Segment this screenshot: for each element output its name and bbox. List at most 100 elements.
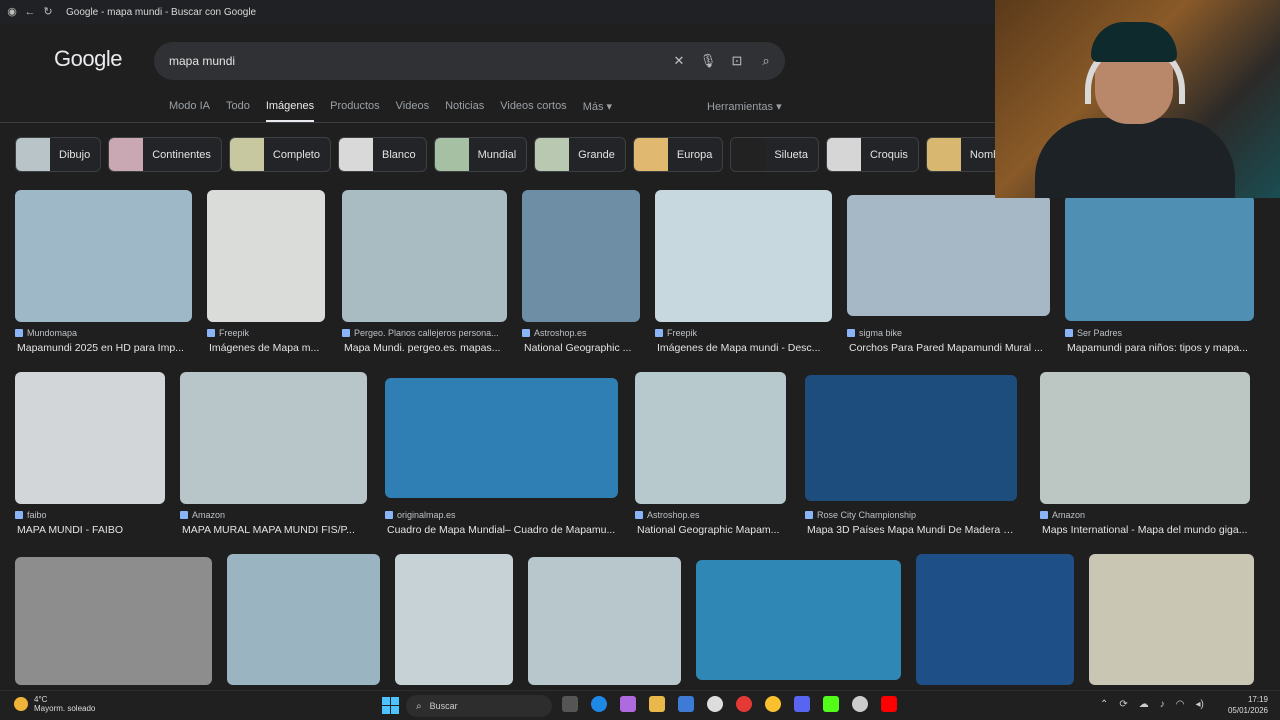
result-caption[interactable]: Mapamundi para niños: tipos y mapa... bbox=[1067, 342, 1252, 354]
result-caption[interactable]: Imágenes de Mapa m... bbox=[209, 342, 323, 354]
result-caption[interactable]: Mapa 3D Países Mapa Mundi De Madera 3... bbox=[807, 524, 1015, 536]
result-source[interactable]: Freepik bbox=[655, 328, 697, 338]
tab-noticias[interactable]: Noticias bbox=[445, 100, 484, 122]
wifi-icon[interactable]: ◠ bbox=[1176, 699, 1185, 710]
result-caption[interactable]: National Geographic ... bbox=[524, 342, 638, 354]
result-caption[interactable]: MAPA MURAL MAPA MUNDI FIS/P... bbox=[182, 524, 365, 536]
result-caption[interactable]: Imágenes de Mapa mundi - Desc... bbox=[657, 342, 830, 354]
result-source[interactable]: Mundomapa bbox=[15, 328, 77, 338]
chip-dibujo[interactable]: Dibujo bbox=[15, 137, 102, 172]
result-source[interactable]: faibo bbox=[15, 510, 47, 520]
kick-icon[interactable] bbox=[823, 696, 839, 712]
result-caption[interactable]: Cuadro de Mapa Mundial– Cuadro de Mapamu… bbox=[387, 524, 616, 536]
result-thumbnail[interactable] bbox=[15, 557, 212, 685]
task-view-icon[interactable] bbox=[562, 696, 578, 712]
result-caption[interactable]: Maps International - Mapa del mundo giga… bbox=[1042, 524, 1248, 536]
tab-modo-ia[interactable]: Modo IA bbox=[169, 100, 210, 122]
result-source[interactable]: Ser Padres bbox=[1065, 328, 1122, 338]
chrome-profile-icon[interactable] bbox=[736, 696, 752, 712]
result-thumbnail[interactable] bbox=[1089, 554, 1254, 685]
weather-widget[interactable]: 4°C Mayorm. soleado bbox=[14, 695, 95, 713]
chrome-alt-icon[interactable] bbox=[765, 696, 781, 712]
result-thumbnail[interactable] bbox=[528, 557, 681, 685]
sync-icon[interactable]: ⟳ bbox=[1119, 699, 1127, 710]
back-arrow-icon[interactable]: ← bbox=[24, 6, 36, 18]
tab-productos[interactable]: Productos bbox=[330, 100, 380, 122]
result-caption[interactable]: MAPA MUNDI - FAIBO bbox=[17, 524, 163, 536]
cloud-icon[interactable]: ☁ bbox=[1139, 699, 1149, 710]
search-icon: ⌕ bbox=[416, 700, 422, 712]
result-source[interactable]: sigma bike bbox=[847, 328, 902, 338]
result-caption[interactable]: National Geographic Mapam... bbox=[637, 524, 784, 536]
search-input[interactable]: mapa mundi bbox=[169, 54, 669, 68]
result-source[interactable]: Rose City Championship bbox=[805, 510, 916, 520]
google-logo[interactable]: Google bbox=[54, 46, 122, 72]
result-thumbnail[interactable] bbox=[805, 375, 1017, 501]
taskbar-apps bbox=[562, 696, 910, 712]
window-title: Google - mapa mundi - Buscar con Google bbox=[66, 6, 257, 18]
result-source[interactable]: Freepik bbox=[207, 328, 249, 338]
chevron-up-icon[interactable]: ⌃ bbox=[1100, 699, 1108, 710]
result-thumbnail[interactable] bbox=[655, 190, 832, 322]
chip-label: Completo bbox=[272, 148, 320, 161]
tab-todo[interactable]: Todo bbox=[226, 100, 250, 122]
result-caption[interactable]: Mapamundi 2025 en HD para Imp... bbox=[17, 342, 190, 354]
result-thumbnail[interactable] bbox=[1065, 195, 1254, 321]
result-thumbnail[interactable] bbox=[916, 554, 1074, 685]
result-source[interactable]: originalmap.es bbox=[385, 510, 456, 520]
result-thumbnail[interactable] bbox=[15, 190, 192, 322]
result-thumbnail[interactable] bbox=[1040, 372, 1250, 504]
tab-videos-cortos[interactable]: Videos cortos bbox=[500, 100, 566, 122]
result-thumbnail[interactable] bbox=[227, 554, 380, 685]
result-caption[interactable]: Mapa Mundi. pergeo.es. mapas... bbox=[344, 342, 505, 354]
tools-menu[interactable]: Herramientas ▾ bbox=[707, 100, 782, 113]
camera-search-icon[interactable]: ⊡ bbox=[727, 53, 747, 69]
result-thumbnail[interactable] bbox=[15, 372, 165, 504]
result-source[interactable]: Pergeo. Planos callejeros persona... bbox=[342, 328, 499, 338]
result-thumbnail[interactable] bbox=[522, 190, 640, 322]
chip-completo[interactable]: Completo bbox=[228, 137, 331, 172]
microphone-icon[interactable]: ♪ bbox=[1160, 699, 1165, 710]
chip-silueta[interactable]: Silueta bbox=[730, 137, 819, 172]
result-source[interactable]: Amazon bbox=[180, 510, 225, 520]
result-thumbnail[interactable] bbox=[395, 554, 513, 685]
file-explorer-icon[interactable] bbox=[649, 696, 665, 712]
taskbar-search[interactable]: ⌕ Buscar bbox=[406, 695, 552, 717]
youtube-icon[interactable] bbox=[881, 696, 897, 712]
edge-icon[interactable] bbox=[591, 696, 607, 712]
chip-croquis[interactable]: Croquis bbox=[825, 137, 919, 172]
result-thumbnail[interactable] bbox=[180, 372, 367, 504]
windows-start-icon[interactable] bbox=[382, 697, 399, 714]
obs-icon[interactable] bbox=[852, 696, 868, 712]
result-thumbnail[interactable] bbox=[696, 560, 901, 680]
chip-europa[interactable]: Europa bbox=[632, 137, 724, 172]
search-icon[interactable]: ⌕ bbox=[756, 53, 776, 69]
tab-imagenes[interactable]: Imágenes bbox=[265, 100, 315, 122]
chip-mundial[interactable]: Mundial bbox=[433, 137, 528, 172]
store-icon[interactable] bbox=[678, 696, 694, 712]
tab-mas[interactable]: Más ▾ bbox=[583, 100, 612, 122]
result-caption[interactable]: Corchos Para Pared Mapamundi Mural ... bbox=[849, 342, 1048, 354]
chip-blanco[interactable]: Blanco bbox=[337, 137, 427, 172]
result-thumbnail[interactable] bbox=[635, 372, 786, 504]
search-box[interactable]: mapa mundi ✕ 🎙︎ ⊡ ⌕ bbox=[154, 42, 785, 80]
result-thumbnail[interactable] bbox=[847, 195, 1050, 316]
chip-continentes[interactable]: Continentes bbox=[108, 137, 222, 172]
tab-videos[interactable]: Videos bbox=[396, 100, 429, 122]
chip-grande[interactable]: Grande bbox=[534, 137, 626, 172]
result-source[interactable]: Amazon bbox=[1040, 510, 1085, 520]
chrome-icon[interactable] bbox=[707, 696, 723, 712]
copilot-icon[interactable] bbox=[620, 696, 636, 712]
microphone-icon[interactable]: 🎙︎ bbox=[698, 53, 718, 69]
result-source[interactable]: Astroshop.es bbox=[522, 328, 587, 338]
result-thumbnail[interactable] bbox=[207, 190, 325, 322]
clock[interactable]: 17:19 05/01/2026 bbox=[1224, 694, 1268, 716]
result-thumbnail[interactable] bbox=[342, 190, 507, 322]
clear-icon[interactable]: ✕ bbox=[669, 53, 689, 69]
volume-icon[interactable]: ◂) bbox=[1196, 699, 1204, 710]
reload-icon[interactable]: ↻ bbox=[42, 6, 54, 18]
chip-thumbnail bbox=[109, 138, 144, 171]
result-thumbnail[interactable] bbox=[385, 378, 618, 498]
discord-icon[interactable] bbox=[794, 696, 810, 712]
result-source[interactable]: Astroshop.es bbox=[635, 510, 700, 520]
